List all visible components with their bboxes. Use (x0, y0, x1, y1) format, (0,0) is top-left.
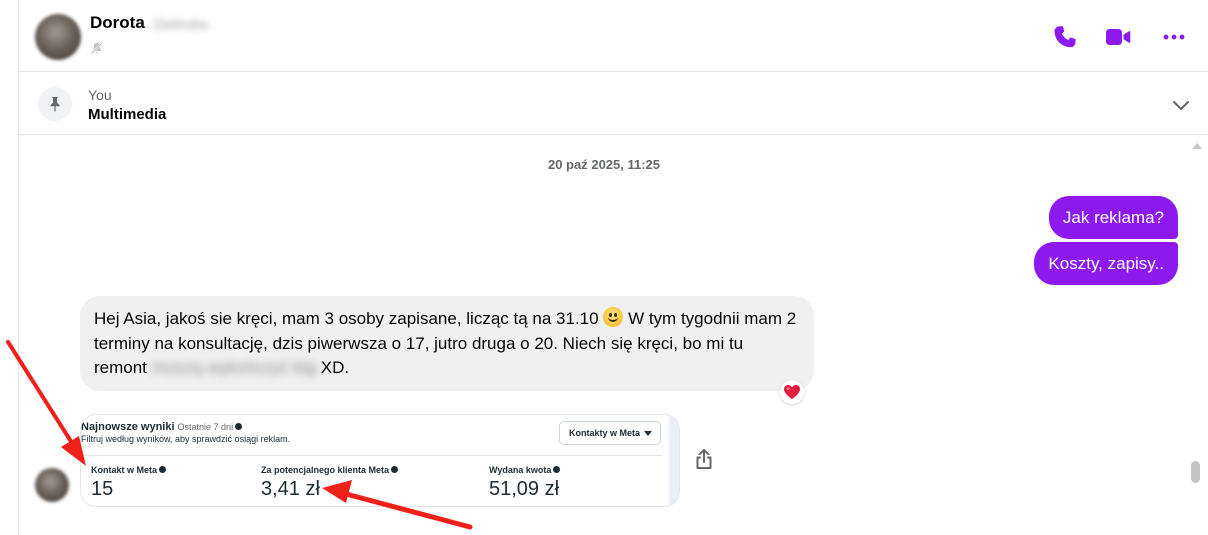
metric-label: Kontakt w Meta (91, 465, 167, 475)
screenshot-title: Najnowsze wyniki Ostatnie 7 dni (81, 421, 243, 433)
metric-label: Wydana kwota (489, 465, 561, 475)
share-icon[interactable] (693, 448, 715, 470)
info-icon (391, 466, 399, 473)
heart-icon (784, 385, 800, 399)
scroll-up-arrow-icon[interactable] (1191, 140, 1203, 152)
outgoing-message[interactable]: Koszty, zapisy.. (1034, 242, 1178, 285)
contact-avatar[interactable] (35, 14, 81, 60)
metric-label: Za potencjalnego klienta Meta (261, 465, 399, 475)
message-text: Hej Asia, jakoś sie kręci, mam 3 osoby z… (94, 309, 599, 328)
blurred-text: muszą wykończyć łóg (151, 358, 317, 377)
caret-down-icon (644, 431, 652, 436)
info-icon (159, 466, 167, 473)
pin-icon (50, 97, 60, 112)
info-icon (553, 466, 561, 473)
video-camera-icon[interactable] (1105, 24, 1131, 50)
image-edge (669, 415, 679, 506)
chat-header: Dorota Zielinska (19, 0, 1208, 72)
chat-window: Dorota Zielinska You Multimedia 20 paź 2… (19, 0, 1208, 535)
incoming-message[interactable]: Hej Asia, jakoś sie kręci, mam 3 osoby z… (80, 296, 814, 391)
outgoing-message[interactable]: Jak reklama? (1048, 196, 1178, 239)
metric-value: 51,09 zł (489, 478, 560, 500)
message-timestamp: 20 paź 2025, 11:25 (547, 157, 661, 172)
message-text: XD. (320, 358, 350, 377)
scrollbar-thumb[interactable] (1191, 461, 1200, 483)
muted-bell-icon (90, 41, 104, 55)
reaction-badge[interactable] (780, 380, 804, 404)
screenshot-description: Filtruj według wyników, aby sprawdzić os… (81, 434, 291, 444)
contact-avatar[interactable] (35, 468, 69, 502)
contact-surname-blurred: Zielinska (153, 16, 209, 32)
screenshot-dropdown: Kontakty w Meta (559, 421, 661, 445)
more-dots-icon[interactable] (1161, 24, 1187, 50)
image-attachment[interactable]: Najnowsze wyniki Ostatnie 7 dni Filtruj w… (80, 414, 680, 507)
left-panel-edge (0, 0, 19, 535)
pinned-message-bar[interactable]: You Multimedia (19, 72, 1208, 135)
smiling-face-emoji-icon (603, 307, 624, 327)
screenshot-period: Ostatnie 7 dni (177, 422, 234, 432)
phone-icon[interactable] (1052, 24, 1078, 50)
chevron-down-icon[interactable] (1171, 95, 1191, 115)
divider (81, 455, 661, 456)
pinned-title: Multimedia (88, 106, 167, 123)
metric-value: 3,41 zł (261, 478, 320, 500)
metric-value: 15 (91, 478, 114, 500)
pin-button[interactable] (38, 87, 72, 121)
pinned-author: You (88, 87, 112, 103)
contact-name[interactable]: Dorota (90, 13, 145, 33)
info-icon (235, 423, 243, 430)
